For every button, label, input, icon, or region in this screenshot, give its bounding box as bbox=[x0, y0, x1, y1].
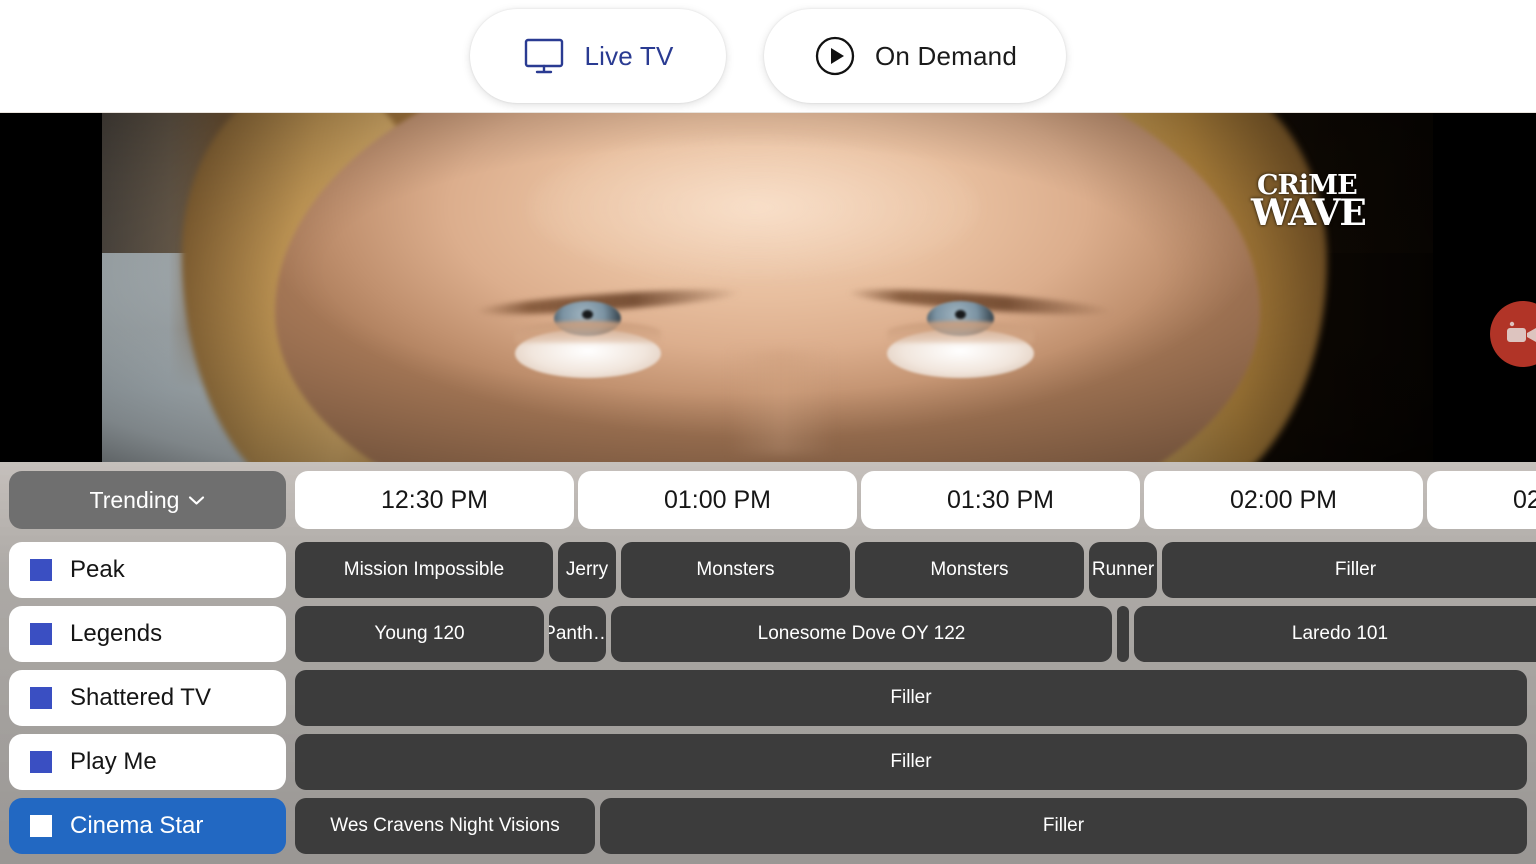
program-cell[interactable] bbox=[1117, 606, 1129, 662]
channel-item-legends[interactable]: Legends bbox=[9, 606, 286, 662]
tab-live-tv-label: Live TV bbox=[584, 40, 674, 71]
category-filter-dropdown[interactable]: Trending bbox=[9, 471, 286, 529]
time-slot[interactable]: 12:30 PM bbox=[295, 471, 574, 529]
channel-name: Peak bbox=[70, 556, 125, 583]
program-cell[interactable]: Panth… bbox=[549, 606, 606, 662]
time-slot-track[interactable]: 12:30 PM01:00 PM01:30 PM02:00 PM02:30 PM bbox=[295, 471, 1536, 529]
tab-on-demand[interactable]: On Demand bbox=[764, 9, 1066, 103]
video-player[interactable]: CRiME WAVE bbox=[0, 113, 1536, 462]
video-vignette bbox=[102, 113, 1433, 462]
channel-item-cinema-star[interactable]: Cinema Star bbox=[9, 798, 286, 854]
program-cell[interactable]: Filler bbox=[600, 798, 1527, 854]
app-root: Live TV On Demand CRiME WAVE Trending 12… bbox=[0, 0, 1536, 864]
program-cell[interactable]: Filler bbox=[295, 734, 1527, 790]
program-cell[interactable]: Monsters bbox=[621, 542, 850, 598]
guide-row: Shattered TV Filler bbox=[0, 666, 1536, 730]
tab-live-tv[interactable]: Live TV bbox=[470, 9, 726, 103]
guide-row: Legends Young 120Panth…Lonesome Dove OY 1… bbox=[0, 602, 1536, 666]
channel-logo-icon bbox=[30, 751, 52, 773]
monitor-icon bbox=[522, 36, 566, 76]
channel-logo-icon bbox=[30, 815, 52, 837]
guide-header: Trending 12:30 PM 01:00 PM 01:30 PM 02:00 P… bbox=[0, 469, 1536, 531]
guide-row: Cinema Star Wes Cravens Night Visions Fill… bbox=[0, 794, 1536, 858]
tab-on-demand-label: On Demand bbox=[875, 40, 1017, 71]
program-cell[interactable]: Filler bbox=[1162, 542, 1536, 598]
category-filter-label: Trending bbox=[89, 486, 180, 513]
channel-name: Legends bbox=[70, 620, 163, 647]
program-cell[interactable]: Wes Cravens Night Visions bbox=[295, 798, 595, 854]
channel-name: Play Me bbox=[70, 748, 157, 775]
time-slot[interactable]: 01:00 PM bbox=[578, 471, 857, 529]
channel-logo-icon bbox=[30, 687, 52, 709]
program-cell[interactable]: Runner bbox=[1089, 542, 1157, 598]
program-cell[interactable]: Laredo 101 bbox=[1134, 606, 1536, 662]
channel-item-peak[interactable]: Peak bbox=[9, 542, 286, 598]
time-slot[interactable]: 02:30 PM bbox=[1427, 471, 1536, 529]
program-cell[interactable]: Lonesome Dove OY 122 bbox=[611, 606, 1112, 662]
program-cell[interactable]: Filler bbox=[295, 670, 1527, 726]
video-frame: CRiME WAVE bbox=[102, 113, 1433, 462]
program-track: Wes Cravens Night Visions Filler bbox=[295, 794, 1536, 858]
guide-row: Play Me Filler bbox=[0, 730, 1536, 794]
channel-item-shattered-tv[interactable]: Shattered TV bbox=[9, 670, 286, 726]
channel-logo-icon bbox=[30, 623, 52, 645]
tv-guide: Trending 12:30 PM 01:00 PM 01:30 PM 02:00 P… bbox=[0, 462, 1536, 864]
guide-rows: Peak Mission Impossible Jerry Monsters Monst… bbox=[0, 538, 1536, 864]
time-slot[interactable]: 02:00 PM bbox=[1144, 471, 1423, 529]
guide-row: Peak Mission Impossible Jerry Monsters Monst… bbox=[0, 538, 1536, 602]
channel-logo-icon bbox=[30, 559, 52, 581]
program-cell[interactable]: Jerry bbox=[558, 542, 616, 598]
program-cell[interactable]: Young 120 bbox=[295, 606, 544, 662]
play-circle-icon bbox=[813, 34, 857, 78]
channel-name: Shattered TV bbox=[70, 684, 211, 711]
program-cell[interactable]: Monsters bbox=[855, 542, 1084, 598]
channel-item-play-me[interactable]: Play Me bbox=[9, 734, 286, 790]
chevron-down-icon bbox=[189, 495, 205, 505]
video-camera-icon bbox=[1507, 321, 1536, 342]
program-track: Filler bbox=[295, 666, 1536, 730]
record-button[interactable] bbox=[1490, 301, 1536, 367]
channel-name: Cinema Star bbox=[70, 812, 204, 839]
program-track: Filler bbox=[295, 730, 1536, 794]
program-cell[interactable]: Mission Impossible bbox=[295, 542, 553, 598]
program-track: Young 120Panth…Lonesome Dove OY 122 Lared… bbox=[295, 602, 1536, 666]
top-navigation: Live TV On Demand bbox=[0, 0, 1536, 113]
program-track: Mission Impossible Jerry Monsters Monsters R… bbox=[295, 538, 1536, 602]
time-slot[interactable]: 01:30 PM bbox=[861, 471, 1140, 529]
